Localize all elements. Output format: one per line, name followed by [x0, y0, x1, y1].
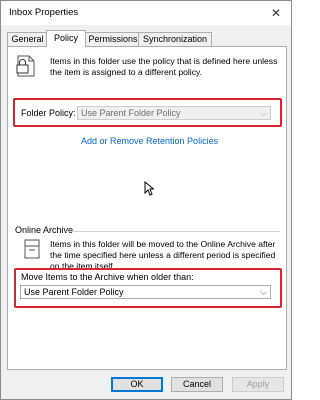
archive-box-icon — [24, 239, 40, 259]
archive-age-dropdown[interactable]: Use Parent Folder Policy ⌵ — [20, 285, 271, 299]
cancel-button[interactable]: Cancel — [171, 377, 223, 392]
chevron-down-icon: ⌵ — [260, 287, 267, 297]
title-bar: Inbox Properties ✕ — [1, 1, 291, 25]
properties-dialog: Inbox Properties ✕ General Policy Permis… — [0, 0, 292, 400]
add-remove-retention-policies-link[interactable]: Add or Remove Retention Policies — [81, 136, 218, 146]
folder-policy-label: Folder Policy: — [21, 108, 76, 118]
tab-synchronization[interactable]: Synchronization — [138, 32, 212, 46]
tab-general[interactable]: General — [7, 32, 48, 46]
chevron-down-icon: ⌵ — [260, 108, 267, 118]
section-divider — [66, 231, 280, 232]
close-button[interactable]: ✕ — [261, 1, 291, 25]
archive-age-value: Use Parent Folder Policy — [24, 287, 124, 297]
tab-policy[interactable]: Policy — [46, 30, 86, 47]
policy-tab-page: Items in this folder use the policy that… — [7, 46, 287, 370]
retention-policy-icon — [16, 55, 35, 77]
apply-button[interactable]: Apply — [232, 377, 284, 392]
ok-button[interactable]: OK — [111, 377, 163, 392]
folder-policy-value: Use Parent Folder Policy — [81, 108, 181, 118]
move-items-label: Move Items to the Archive when older tha… — [21, 272, 194, 282]
folder-policy-dropdown[interactable]: Use Parent Folder Policy ⌵ — [77, 106, 271, 120]
tab-permissions[interactable]: Permissions — [84, 32, 142, 46]
window-title: Inbox Properties — [9, 7, 79, 18]
policy-info-text: Items in this folder use the policy that… — [50, 56, 278, 77]
online-archive-heading: Online Archive — [15, 225, 76, 235]
mouse-pointer-icon — [144, 181, 154, 196]
